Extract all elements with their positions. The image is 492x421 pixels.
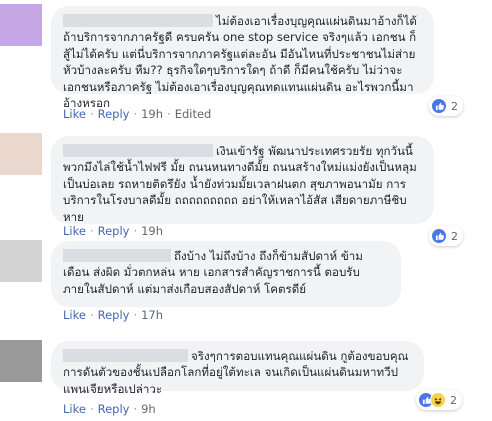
avatar[interactable] [0,133,42,175]
avatar[interactable] [0,340,42,382]
timestamp[interactable]: 17h [141,308,163,322]
haha-icon [430,392,446,408]
timestamp[interactable]: 19h [141,107,163,121]
like-icon [431,98,447,114]
reaction-summary[interactable]: 2 [416,390,462,410]
author-name-redacted[interactable] [63,144,213,157]
like-link[interactable]: Like [63,308,86,322]
comment-actions: Like · Reply · 19h [63,224,163,238]
reaction-summary[interactable]: 2 [429,96,463,116]
reaction-summary[interactable]: 2 [429,226,463,246]
separator-dot: · [133,402,138,416]
separator-dot: · [133,224,138,238]
like-icon [431,228,447,244]
timestamp[interactable]: 19h [141,224,163,238]
reply-link[interactable]: Reply [98,308,130,322]
reply-link[interactable]: Reply [98,402,130,416]
separator-dot: · [89,308,94,322]
comment-bubble: จริงๆการตอบแทนคุณแผ่นดิน กูต้องขอบคุณการ… [51,341,424,396]
reply-link[interactable]: Reply [98,107,130,121]
separator-dot: · [89,107,94,121]
comment-actions: Like · Reply · 9h [63,402,156,416]
author-name-redacted[interactable] [63,14,213,27]
reaction-count: 2 [451,229,458,243]
author-name-redacted[interactable] [63,349,188,362]
reaction-count: 2 [451,99,458,113]
timestamp[interactable]: 9h [141,402,156,416]
avatar[interactable] [0,4,42,46]
separator-dot: · [167,107,171,121]
like-link[interactable]: Like [63,402,86,416]
separator-dot: · [89,224,94,238]
separator-dot: · [133,308,138,322]
comment-text: ไม่ต้องเอาเรื่องบุญคุณแผ่นดินมาอ้างก็ได้… [63,14,417,111]
avatar[interactable] [0,240,42,282]
comment-bubble: เงินเข้ารัฐ พัฒนาประเทศรวยรัย ทุกวันนี้ … [51,136,434,224]
separator-dot: · [133,107,138,121]
comment-bubble: ถึงบ้าง ไม่ถึงบ้าง ถึงก็ข้ามสัปดาห์ ข้าม… [51,241,401,307]
author-name-redacted[interactable] [63,249,171,262]
like-link[interactable]: Like [63,107,86,121]
separator-dot: · [89,402,94,416]
reply-link[interactable]: Reply [98,224,130,238]
like-link[interactable]: Like [63,224,86,238]
reaction-count: 2 [450,393,457,407]
comment-actions: Like · Reply · 19h · Edited [63,107,211,121]
comment-bubble: ไม่ต้องเอาเรื่องบุญคุณแผ่นดินมาอ้างก็ได้… [51,6,434,110]
comment-actions: Like · Reply · 17h [63,308,163,322]
edited-label[interactable]: Edited [175,107,212,121]
